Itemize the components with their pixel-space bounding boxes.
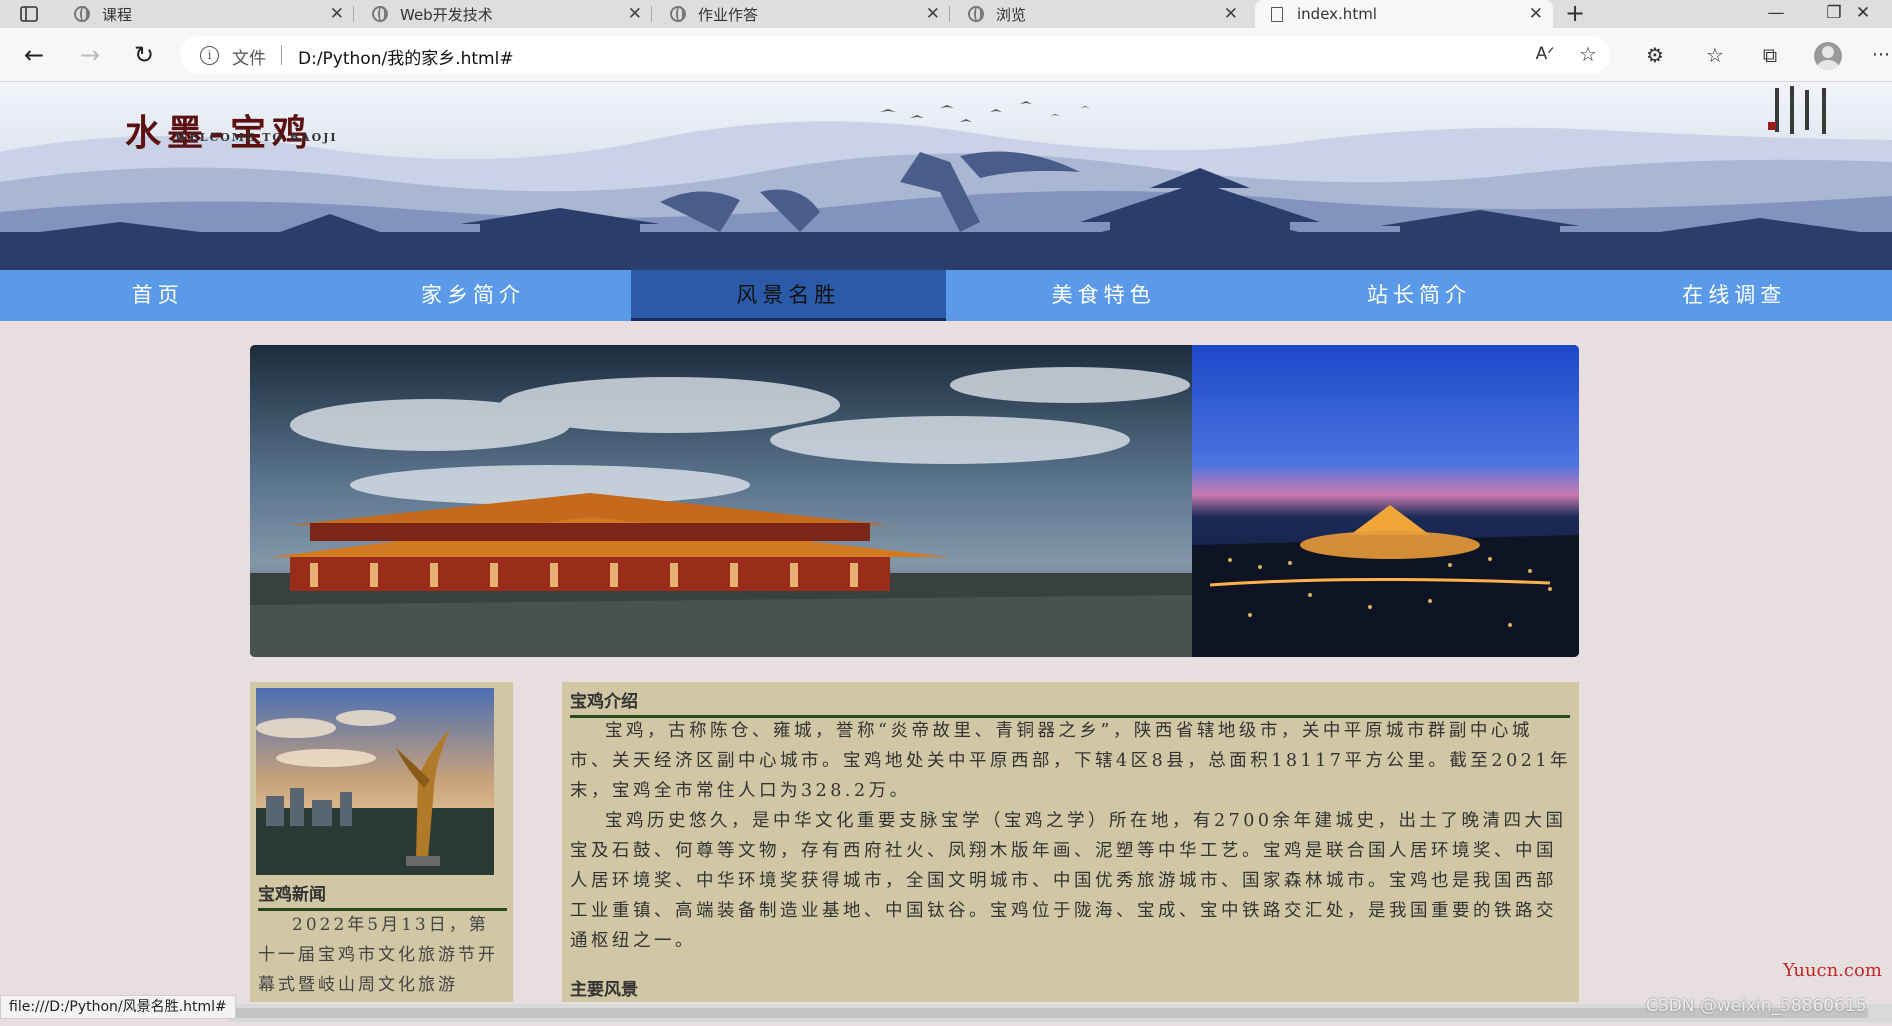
globe-icon (372, 6, 388, 22)
header-banner: 水墨-宝鸡 WELCOME TO BAOJI (0, 82, 1892, 270)
collections-icon[interactable]: ⧉ (1755, 40, 1785, 70)
tab-separator (949, 6, 950, 22)
tab-close-icon[interactable]: ✕ (628, 4, 642, 24)
tab-title: 课程 (102, 5, 133, 24)
nav-item-home[interactable]: 首页 (0, 270, 315, 321)
tab-close-icon[interactable]: ✕ (926, 4, 940, 24)
globe-icon (74, 6, 90, 22)
intro-body: 宝鸡，古称陈仓、雍城，誉称“炎帝故里、青铜器之乡”，陕西省辖地级市，关中平原城市… (570, 716, 1573, 956)
hero-photo-illustration (250, 345, 1579, 657)
more-menu-icon[interactable]: ⋯ (1866, 40, 1892, 70)
tab-title: 浏览 (996, 5, 1027, 24)
back-icon[interactable]: ← (16, 37, 52, 73)
new-tab-icon[interactable]: + (1560, 0, 1590, 28)
url-scheme-label: 文件 (232, 49, 266, 69)
extensions-icon[interactable]: ⚙ (1640, 40, 1670, 70)
csdn-watermark: CSDN @weixin_58860615 (1646, 996, 1867, 1016)
hero-image (250, 345, 1579, 657)
scrollbar-thumb[interactable] (228, 1008, 1868, 1018)
horizontal-scrollbar[interactable] (228, 1004, 1892, 1022)
scenery-title: 主要风景 (570, 975, 1570, 1002)
banner-title: 水墨-宝鸡 (125, 112, 314, 154)
nav-item-survey[interactable]: 在线调查 (1577, 270, 1892, 321)
nav-item-hometown-intro[interactable]: 家乡简介 (315, 270, 630, 321)
tab-courses[interactable]: 课程 ✕ (60, 0, 354, 28)
favorites-icon[interactable]: ☆ (1700, 40, 1730, 70)
tab-close-icon[interactable]: ✕ (330, 4, 344, 24)
url-divider (281, 45, 282, 65)
tab-title: 作业作答 (698, 5, 759, 24)
tab-actions-icon[interactable] (0, 0, 58, 28)
tab-title: Web开发技术 (400, 5, 493, 24)
intro-panel: 宝鸡介绍 宝鸡，古称陈仓、雍城，誉称“炎帝故里、青铜器之乡”，陕西省辖地级市，关… (562, 682, 1579, 1002)
address-toolbar: ← → ↻ i 文件 D:/Python/我的家乡.html# Aᐟ ☆ ⚙ ☆… (0, 28, 1892, 82)
tab-web-dev[interactable]: Web开发技术 ✕ (358, 0, 652, 28)
close-window-icon[interactable]: ✕ (1834, 0, 1892, 28)
nav-item-scenic-spots[interactable]: 风景名胜 (630, 270, 946, 321)
info-icon[interactable]: i (200, 46, 219, 65)
address-bar[interactable]: i 文件 D:/Python/我的家乡.html# Aᐟ ☆ (180, 36, 1610, 74)
nav-item-webmaster[interactable]: 站长简介 (1261, 270, 1576, 321)
minimize-icon[interactable]: — (1747, 0, 1805, 28)
status-url: file:///D:/Python/风景名胜.html# (0, 995, 236, 1019)
tab-close-icon[interactable]: ✕ (1224, 4, 1238, 24)
news-text: 2022年5月13日，第十一届宝鸡市文化旅游节开幕式暨岐山周文化旅游 (258, 915, 498, 995)
intro-paragraph-2: 宝鸡历史悠久，是中华文化重要支脉宝学（宝鸡之学）所在地，有2700余年建城史，出… (570, 811, 1567, 951)
add-favorite-icon[interactable]: ☆ (1573, 39, 1603, 69)
tab-index-html[interactable]: index.html ✕ (1255, 0, 1553, 28)
forward-icon[interactable]: → (72, 37, 108, 73)
main-nav: 首页 家乡简介 风景名胜 美食特色 站长简介 在线调查 (0, 270, 1892, 321)
news-title: 宝鸡新闻 (258, 880, 507, 911)
tab-homework[interactable]: 作业作答 ✕ (656, 0, 950, 28)
tab-browse[interactable]: 浏览 ✕ (954, 0, 1248, 28)
intro-title: 宝鸡介绍 (570, 687, 1570, 718)
intro-paragraph-1: 宝鸡，古称陈仓、雍城，誉称“炎帝故里、青铜器之乡”，陕西省辖地级市，关中平原城市… (570, 721, 1571, 801)
document-icon (1271, 6, 1283, 22)
news-photo (256, 688, 494, 875)
refresh-icon[interactable]: ↻ (126, 37, 162, 73)
news-sidebar: 宝鸡新闻 2022年5月13日，第十一届宝鸡市文化旅游节开幕式暨岐山周文化旅游 (250, 682, 513, 1002)
read-aloud-icon[interactable]: Aᐟ (1530, 39, 1560, 69)
yuucn-watermark: Yuucn.com (1783, 960, 1882, 981)
browser-tab-strip: 课程 ✕ Web开发技术 ✕ 作业作答 ✕ 浏览 ✕ index.html ✕ … (0, 0, 1892, 28)
nav-item-food[interactable]: 美食特色 (946, 270, 1261, 321)
url-text[interactable]: D:/Python/我的家乡.html# (298, 44, 514, 69)
globe-icon (670, 6, 686, 22)
tab-close-icon[interactable]: ✕ (1529, 4, 1543, 24)
tab-separator (353, 6, 354, 22)
banner-subtitle: WELCOME TO BAOJI (175, 131, 338, 144)
profile-avatar[interactable] (1814, 42, 1842, 70)
tab-title: index.html (1297, 5, 1377, 23)
tab-separator (651, 6, 652, 22)
globe-icon (968, 6, 984, 22)
